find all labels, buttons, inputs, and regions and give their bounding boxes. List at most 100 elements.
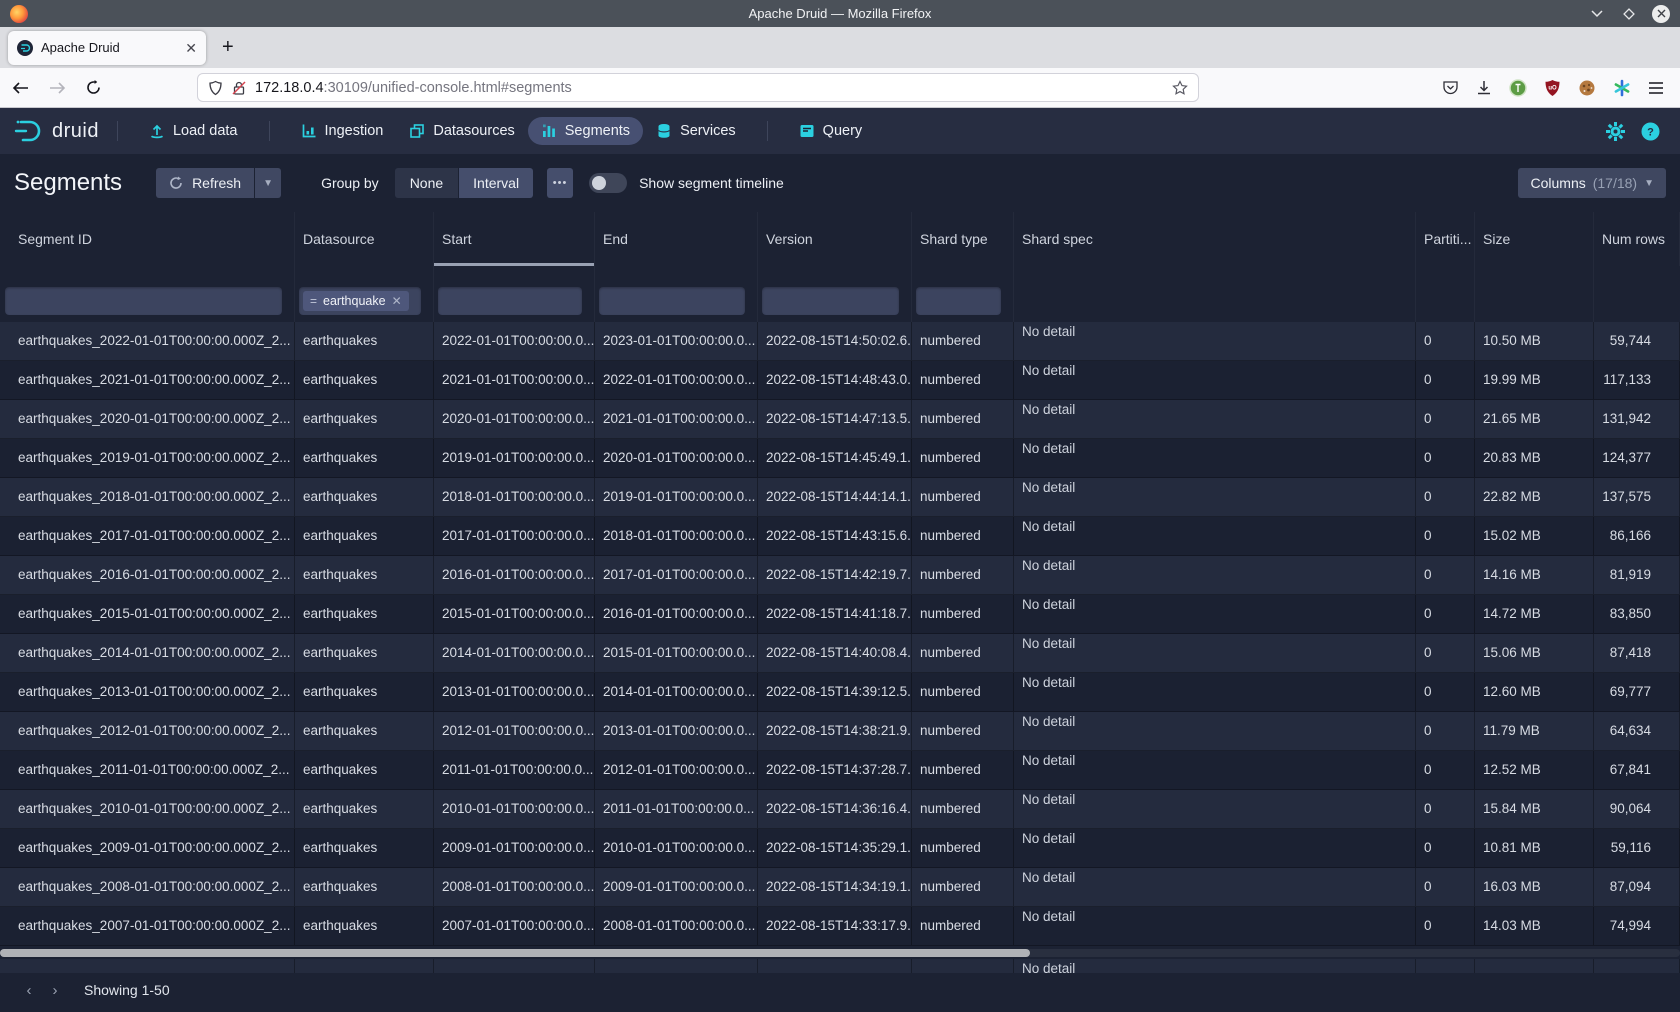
table-row[interactable]: earthquakes_2013-01-01T00:00:00.000Z_2..… bbox=[0, 673, 1680, 712]
table-row[interactable]: earthquakes_2017-01-01T00:00:00.000Z_2..… bbox=[0, 517, 1680, 556]
column-header-shard-spec[interactable]: Shard spec bbox=[1014, 212, 1416, 266]
table-row[interactable]: earthquakes_2020-01-01T00:00:00.000Z_2..… bbox=[0, 400, 1680, 439]
broken-lock-icon[interactable] bbox=[232, 80, 246, 96]
menu-hamburger-icon[interactable] bbox=[1648, 81, 1664, 95]
column-header-start[interactable]: Start bbox=[434, 212, 595, 266]
filter-input-datasource[interactable]: = earthquake ✕ bbox=[299, 287, 421, 315]
settings-gear-icon[interactable] bbox=[1606, 122, 1625, 141]
refresh-button[interactable]: Refresh bbox=[156, 168, 254, 198]
table-row[interactable]: earthquakes_2014-01-01T00:00:00.000Z_2..… bbox=[0, 634, 1680, 673]
cell-segment-id: earthquakes_2020-01-01T00:00:00.000Z_2..… bbox=[0, 400, 295, 438]
extension-asterisk-icon[interactable] bbox=[1613, 79, 1631, 97]
bookmark-star-icon[interactable] bbox=[1172, 80, 1188, 96]
group-by-interval-button[interactable]: Interval bbox=[459, 168, 533, 198]
cell-size: 12.60 MB bbox=[1475, 673, 1594, 711]
column-header-datasource[interactable]: Datasource bbox=[295, 212, 434, 266]
druid-logo[interactable]: druid bbox=[14, 118, 99, 144]
cell-start: 2020-01-01T00:00:00.0... bbox=[434, 400, 595, 438]
cookie-extension-icon[interactable] bbox=[1578, 79, 1596, 97]
showing-range: Showing 1-50 bbox=[84, 982, 170, 998]
table-row[interactable]: earthquakes_2021-01-01T00:00:00.000Z_2..… bbox=[0, 361, 1680, 400]
group-by-none-button[interactable]: None bbox=[395, 168, 458, 198]
column-header-partition[interactable]: Partiti... bbox=[1416, 212, 1475, 266]
nav-item-ingestion[interactable]: Ingestion bbox=[288, 117, 397, 145]
forward-icon[interactable] bbox=[49, 81, 66, 95]
cell-datasource: earthquakes bbox=[295, 595, 434, 633]
shield-permissions-icon[interactable] bbox=[208, 80, 223, 96]
extension-green-icon[interactable] bbox=[1509, 79, 1527, 97]
filter-input-version[interactable] bbox=[762, 287, 899, 315]
remove-filter-icon[interactable]: ✕ bbox=[392, 294, 402, 308]
minimize-icon[interactable] bbox=[1588, 5, 1606, 23]
table-row[interactable]: earthquakes_2016-01-01T00:00:00.000Z_2..… bbox=[0, 556, 1680, 595]
cell-shard-type: numbered bbox=[912, 790, 1014, 828]
nav-item-load-data[interactable]: Load data bbox=[136, 117, 251, 145]
cell-version bbox=[758, 959, 912, 973]
filter-input-end[interactable] bbox=[599, 287, 745, 315]
cell-partition: 0 bbox=[1416, 790, 1475, 828]
column-header-size[interactable]: Size bbox=[1475, 212, 1594, 266]
nav-item-query[interactable]: Query bbox=[786, 117, 876, 145]
table-row[interactable]: earthquakes_2008-01-01T00:00:00.000Z_2..… bbox=[0, 868, 1680, 907]
column-header-num-rows[interactable]: Num rows bbox=[1594, 212, 1680, 266]
table-row[interactable]: earthquakes_2010-01-01T00:00:00.000Z_2..… bbox=[0, 790, 1680, 829]
cell-size bbox=[1475, 959, 1594, 973]
nav-item-services[interactable]: Services bbox=[643, 117, 749, 145]
cell-partition bbox=[1416, 959, 1475, 973]
new-tab-button[interactable]: + bbox=[222, 36, 234, 59]
druid-nav-bar: druid Load data Ingestion Datasources Se… bbox=[0, 108, 1680, 154]
next-page-icon[interactable]: › bbox=[42, 982, 68, 999]
nav-label: Ingestion bbox=[325, 123, 384, 139]
url-host: 172.18.0.4 bbox=[255, 80, 324, 96]
nav-label: Services bbox=[680, 123, 736, 139]
table-row[interactable]: earthquakes_2009-01-01T00:00:00.000Z_2..… bbox=[0, 829, 1680, 868]
nav-item-datasources[interactable]: Datasources bbox=[396, 117, 527, 145]
pocket-icon[interactable] bbox=[1442, 79, 1459, 96]
filter-input-start[interactable] bbox=[438, 287, 582, 315]
segment-timeline-toggle[interactable] bbox=[589, 173, 627, 193]
scrollbar-track[interactable] bbox=[0, 949, 1680, 957]
cell-end: 2016-01-01T00:00:00.0... bbox=[595, 595, 758, 633]
table-row[interactable]: earthquakes_2019-01-01T00:00:00.000Z_2..… bbox=[0, 439, 1680, 478]
table-row[interactable]: earthquakes_2007-01-01T00:00:00.000Z_2..… bbox=[0, 907, 1680, 946]
column-header-end[interactable]: End bbox=[595, 212, 758, 266]
cell-num-rows: 87,418 bbox=[1594, 634, 1680, 672]
column-header-version[interactable]: Version bbox=[758, 212, 912, 266]
ellipsis-icon: ••• bbox=[553, 177, 568, 189]
more-options-button[interactable]: ••• bbox=[547, 168, 573, 198]
browser-tab[interactable]: Apache Druid ✕ bbox=[8, 31, 206, 65]
ublock-icon[interactable]: uO bbox=[1544, 79, 1561, 97]
table-row[interactable]: earthquakes_2018-01-01T00:00:00.000Z_2..… bbox=[0, 478, 1680, 517]
cell-partition: 0 bbox=[1416, 634, 1475, 672]
table-row[interactable]: No detail bbox=[0, 959, 1680, 973]
filter-input-shard-type[interactable] bbox=[916, 287, 1001, 315]
cell-partition: 0 bbox=[1416, 868, 1475, 906]
scrollbar-thumb[interactable] bbox=[0, 949, 1030, 957]
cell-end: 2021-01-01T00:00:00.0... bbox=[595, 400, 758, 438]
close-window-icon[interactable] bbox=[1652, 5, 1670, 23]
column-header-shard-type[interactable]: Shard type bbox=[912, 212, 1014, 266]
refresh-options-button[interactable]: ▼ bbox=[255, 168, 281, 198]
cell-start: 2018-01-01T00:00:00.0... bbox=[434, 478, 595, 516]
nav-item-segments[interactable]: Segments bbox=[528, 117, 643, 145]
url-bar[interactable]: 172.18.0.4:30109/unified-console.html#se… bbox=[197, 73, 1199, 102]
filter-input-segment-id[interactable] bbox=[5, 287, 282, 315]
downloads-icon[interactable] bbox=[1476, 80, 1492, 96]
tab-close-icon[interactable]: ✕ bbox=[185, 41, 197, 55]
cell-version: 2022-08-15T14:36:16.4... bbox=[758, 790, 912, 828]
page-header: Segments Refresh ▼ Group by None Interva… bbox=[0, 154, 1680, 212]
column-header-segment-id[interactable]: Segment ID bbox=[0, 212, 295, 266]
table-row[interactable]: earthquakes_2015-01-01T00:00:00.000Z_2..… bbox=[0, 595, 1680, 634]
segments-table: Segment ID Datasource Start End Version … bbox=[0, 212, 1680, 973]
table-row[interactable]: earthquakes_2022-01-01T00:00:00.000Z_2..… bbox=[0, 322, 1680, 361]
help-icon[interactable]: ? bbox=[1641, 122, 1660, 141]
columns-button[interactable]: Columns (17/18) ▼ bbox=[1518, 168, 1666, 198]
browser-toolbar: 172.18.0.4:30109/unified-console.html#se… bbox=[0, 68, 1680, 108]
previous-page-icon[interactable]: ‹ bbox=[16, 982, 42, 999]
maximize-icon[interactable] bbox=[1620, 5, 1638, 23]
table-row[interactable]: earthquakes_2011-01-01T00:00:00.000Z_2..… bbox=[0, 751, 1680, 790]
back-icon[interactable] bbox=[12, 81, 29, 95]
filter-operator: = bbox=[310, 294, 317, 308]
reload-icon[interactable] bbox=[86, 80, 101, 95]
table-row[interactable]: earthquakes_2012-01-01T00:00:00.000Z_2..… bbox=[0, 712, 1680, 751]
